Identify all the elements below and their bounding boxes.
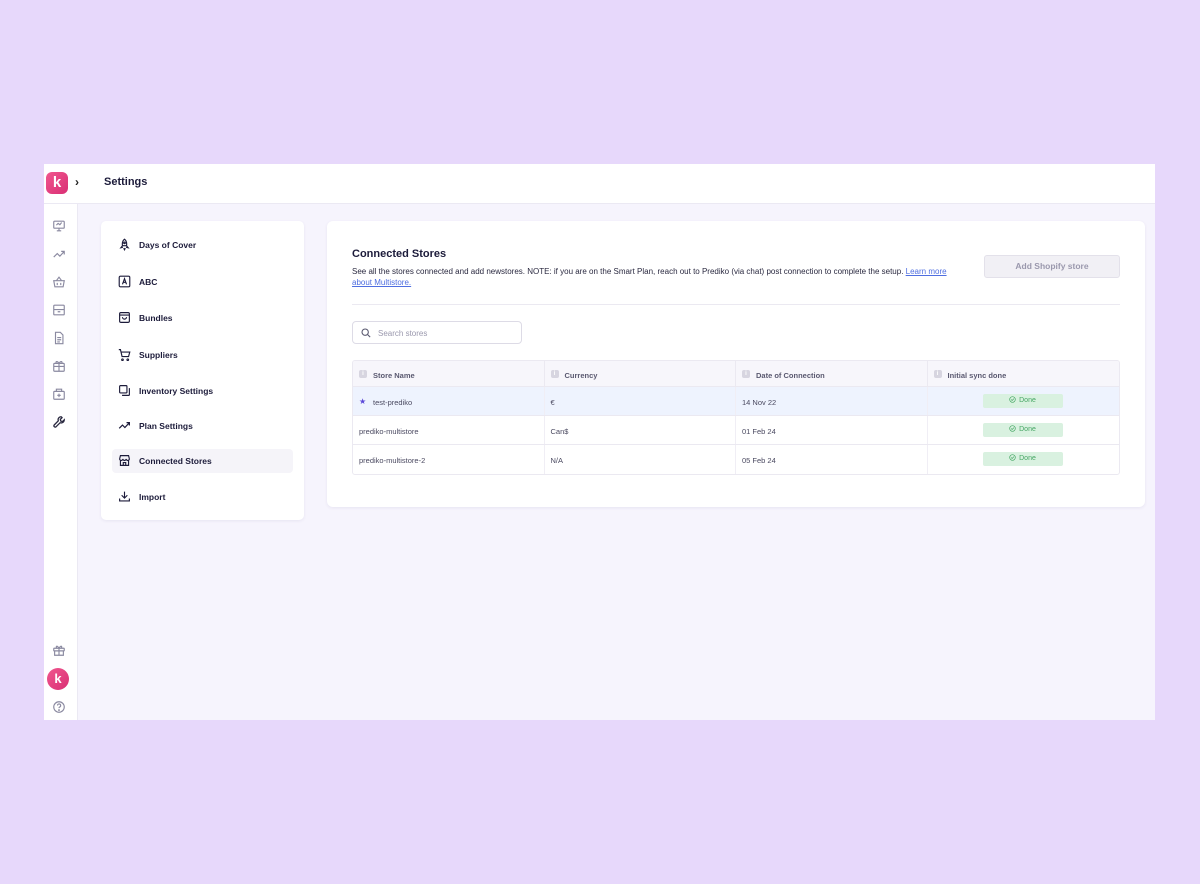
presentation-icon[interactable] <box>52 219 66 233</box>
column-label: Date of Connection <box>756 371 825 380</box>
nav-item-label: Inventory Settings <box>139 386 214 396</box>
cell-value: Can$ <box>550 427 569 436</box>
nav-item-abc[interactable]: ABC <box>112 270 293 294</box>
truck-box-icon[interactable] <box>52 387 66 401</box>
nav-item-bundles[interactable]: Bundles <box>112 306 293 330</box>
cell-value: 14 Nov 22 <box>742 398 777 407</box>
column-header[interactable]: i Initial sync done <box>928 361 1120 386</box>
section-description: See all the stores connected and add new… <box>352 266 962 288</box>
cell-value: test-prediko <box>373 398 413 407</box>
cart-icon <box>118 349 131 361</box>
abc-icon <box>118 275 131 288</box>
status-text: Done <box>1019 455 1036 462</box>
archive-icon[interactable] <box>52 303 66 317</box>
store-icon <box>119 455 130 466</box>
description-text: See all the stores connected and add new… <box>352 267 904 276</box>
currency-cell: € <box>545 387 736 415</box>
connected-stores-card: Connected Stores See all the stores conn… <box>327 221 1145 507</box>
cell-value: 05 Feb 24 <box>742 456 776 465</box>
divider <box>352 304 1120 305</box>
cell-value: € <box>550 398 555 407</box>
nav-item-label: Connected Stores <box>139 456 212 466</box>
cell-value: prediko-multistore-2 <box>359 456 426 465</box>
trend-icon[interactable] <box>52 247 66 261</box>
column-header[interactable]: i Currency <box>545 361 736 386</box>
table-row[interactable]: ★ test-prediko € 14 Nov 22 Done <box>353 387 1119 416</box>
search-icon <box>361 328 371 338</box>
icon-rail: k <box>44 204 78 720</box>
check-circle-icon <box>1009 425 1016 432</box>
check-circle-icon <box>1009 454 1016 461</box>
currency-cell: N/A <box>545 445 736 474</box>
nav-item-suppliers[interactable]: Suppliers <box>112 343 293 367</box>
column-label: Currency <box>564 371 598 380</box>
stores-table: i Store Name i Currency i Date of Connec… <box>352 360 1120 475</box>
cell-value: prediko-multistore <box>359 427 419 436</box>
column-label: Store Name <box>373 371 415 380</box>
nav-item-plan-settings[interactable]: Plan Settings <box>112 414 293 438</box>
page-title: Settings <box>104 176 148 188</box>
search-box[interactable] <box>352 321 522 344</box>
nav-item-inventory-settings[interactable]: Inventory Settings <box>112 379 293 403</box>
nav-item-connected-stores[interactable]: Connected Stores <box>112 449 293 473</box>
date-cell: 01 Feb 24 <box>736 416 928 444</box>
status-badge: Done <box>982 423 1063 437</box>
sync-cell: Done <box>928 387 1120 415</box>
nav-item-label: Suppliers <box>139 350 178 360</box>
status-text: Done <box>1019 426 1036 433</box>
cell-value: 01 Feb 24 <box>742 427 776 436</box>
expand-sidebar-icon[interactable]: › <box>75 175 79 189</box>
info-icon[interactable]: i <box>550 370 559 378</box>
cell-value: N/A <box>550 456 564 465</box>
table-header: i Store Name i Currency i Date of Connec… <box>353 361 1119 387</box>
copy-icon <box>119 385 130 396</box>
star-icon: ★ <box>359 397 367 406</box>
bag-icon <box>119 312 130 323</box>
document-icon[interactable] <box>52 331 66 345</box>
app-logo[interactable]: k <box>46 172 68 194</box>
section-title: Connected Stores <box>352 248 447 260</box>
search-input[interactable] <box>378 326 518 340</box>
currency-cell: Can$ <box>545 416 736 444</box>
store-name-cell: prediko-multistore-2 <box>353 445 545 474</box>
download-icon <box>119 491 130 502</box>
basket-icon[interactable] <box>52 275 66 289</box>
gift-box-icon[interactable] <box>52 359 66 373</box>
nav-item-label: Plan Settings <box>139 421 193 431</box>
wrench-icon[interactable] <box>52 415 66 429</box>
info-icon[interactable]: i <box>742 370 750 378</box>
settings-nav: Days of Cover ABC Bundles Suppliers Inve… <box>101 221 304 520</box>
sync-cell: Done <box>928 416 1120 444</box>
store-name-cell: prediko-multistore <box>353 416 545 444</box>
nav-item-label: ABC <box>139 277 158 287</box>
date-cell: 05 Feb 24 <box>736 445 928 474</box>
gift-icon[interactable] <box>52 643 66 657</box>
status-text: Done <box>1019 397 1036 404</box>
nav-item-import[interactable]: Import <box>112 485 293 509</box>
trend-up-icon <box>118 422 130 429</box>
column-label: Initial sync done <box>947 371 1007 380</box>
column-header[interactable]: i Date of Connection <box>736 361 928 386</box>
sync-cell: Done <box>928 445 1120 474</box>
info-icon[interactable]: i <box>359 370 367 378</box>
avatar[interactable]: k <box>47 668 69 690</box>
table-row[interactable]: prediko-multistore-2 N/A 05 Feb 24 Done <box>353 445 1119 474</box>
add-shopify-store-button[interactable]: Add Shopify store <box>984 255 1120 278</box>
nav-item-label: Days of Cover <box>139 240 197 250</box>
table-row[interactable]: prediko-multistore Can$ 01 Feb 24 Done <box>353 416 1119 445</box>
date-cell: 14 Nov 22 <box>736 387 928 415</box>
nav-item-days-of-cover[interactable]: Days of Cover <box>112 233 293 257</box>
status-badge: Done <box>982 394 1063 408</box>
help-icon[interactable] <box>52 700 66 714</box>
top-bar: k › Settings <box>44 164 1155 204</box>
check-circle-icon <box>1009 396 1016 403</box>
column-header[interactable]: i Store Name <box>353 361 545 386</box>
nav-item-label: Bundles <box>139 313 173 323</box>
app-window: k › Settings k Days of Cover ABC Bundles… <box>44 164 1155 720</box>
info-icon[interactable]: i <box>933 370 942 378</box>
status-badge: Done <box>982 452 1063 466</box>
store-name-cell: ★ test-prediko <box>353 387 545 415</box>
nav-item-label: Import <box>139 492 166 502</box>
rocket-icon <box>119 238 130 251</box>
